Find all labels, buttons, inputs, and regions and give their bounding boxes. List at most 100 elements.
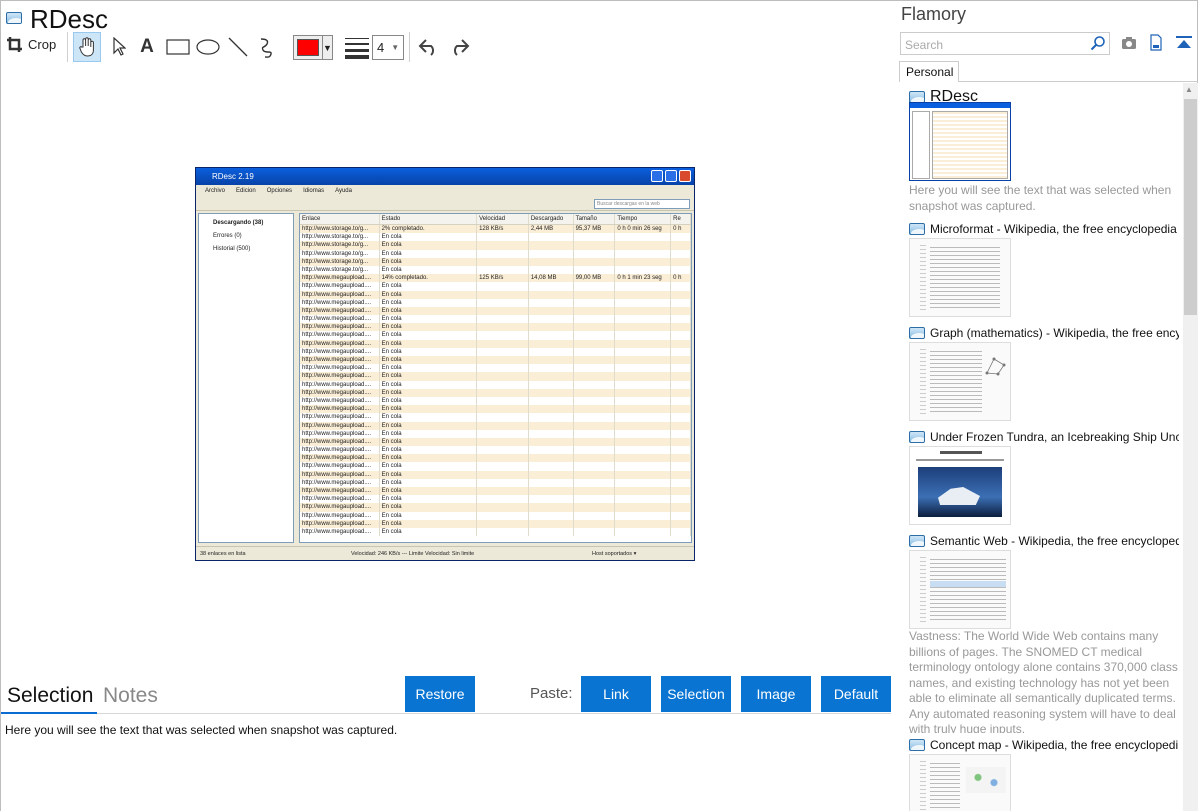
search-input[interactable]: Search [900,32,1110,55]
color-picker[interactable]: ▼ [293,35,333,60]
snapshot-row: http://www.megaupload.... En cola [300,315,691,324]
entry-thumbnail[interactable] [909,446,1011,525]
snapshot-row: http://www.megaupload.... En cola [300,527,691,537]
redo-icon [454,39,470,56]
paste-image-button[interactable]: Image [741,676,811,712]
camera-icon[interactable] [1121,36,1137,55]
arrow-pointer-icon [113,37,126,56]
snapshot-row: http://www.megaupload.... En cola [300,356,691,365]
snapshot-window-title: RDesc 2.19 [212,172,254,181]
line-icon [228,37,248,57]
ellipse-tool-button[interactable] [194,32,222,62]
snapshot-status-right: Host soportados ▾ [592,551,637,557]
snapshot-row: http://www.megaupload.... En cola [300,372,691,381]
snapshot-titlebar: RDesc 2.19 [196,168,694,185]
app-icon [909,535,925,547]
paste-link-button[interactable]: Link [581,676,651,712]
collapse-top-icon[interactable] [1176,36,1192,55]
toolbar-divider [67,32,68,62]
snapshot-row: http://www.megaupload.... En cola [300,388,691,397]
snapshot-row: http://www.megaupload.... En cola [300,470,691,479]
app-icon [909,223,925,235]
paste-default-button[interactable]: Default [821,676,891,712]
app-icon [909,739,925,751]
rectangle-tool-button[interactable] [164,32,192,62]
snapshot-row: http://www.megaupload.... En cola [300,429,691,438]
entry-thumbnail[interactable] [909,550,1011,629]
snapshot-row: http://www.megaupload.... En cola [300,380,691,389]
selection-text: Here you will see the text that was sele… [5,723,398,737]
hand-icon [79,37,94,57]
chevron-down-icon: ▼ [322,36,332,59]
entry-thumbnail[interactable] [909,754,1011,811]
snapshot-row: http://www.megaupload.... En cola [300,487,691,496]
snapshot-row: http://www.megaupload.... En cola [300,437,691,447]
snapshot-column-header: Re [671,214,691,224]
entry-title-text: Concept map - Wikipedia, the free encycl… [930,738,1179,752]
line-tool-button[interactable] [225,32,251,62]
undo-button[interactable] [416,32,442,62]
scroll-up-icon[interactable]: ▲ [1185,85,1193,94]
entry-title[interactable]: Microformat - Wikipedia, the free encycl… [909,222,1179,236]
entry-title[interactable]: Concept map - Wikipedia, the free encycl… [909,738,1179,752]
crop-label: Crop [28,37,57,52]
snapshot-image: RDesc 2.19 Archivo Edicion Opciones Idiomas… [195,167,695,561]
app-icon [909,431,925,443]
snapshot-row: http://www.megaupload.... En cola [300,519,691,528]
snapshot-status-mid: Velocidad: 246 KB/s --- Limite Velocidad… [351,551,475,557]
scrollbar-thumb[interactable] [1184,99,1197,315]
hand-tool-button[interactable] [73,32,101,62]
entry-title-text: Graph (mathematics) - Wikipedia, the fre… [930,326,1179,340]
entry-title[interactable]: Under Frozen Tundra, an Icebreaking Ship… [909,430,1179,444]
snapshot-grid-header: Enlace Estado Velocidad Descargado Tamaño Tie… [300,214,691,225]
tab-selection[interactable]: Selection [7,684,93,708]
graph-diagram [985,357,1006,376]
entry-thumbnail[interactable] [909,102,1011,181]
snapshot-row: http://www.megaupload.... En cola [300,331,691,340]
crop-button[interactable]: Crop [6,36,56,53]
snapshot-menu-item: Ayuda [335,188,352,194]
snapshot-row: http://www.megaupload.... En cola [300,478,691,487]
snapshot-row: http://www.megaupload.... En cola [300,503,691,512]
entry-description: Vastness: The World Wide Web contains ma… [909,629,1178,733]
snapshot-status-left: 38 enlaces en lista [200,551,246,557]
entry-title[interactable]: Graph (mathematics) - Wikipedia, the fre… [909,326,1179,340]
undo-icon [418,39,434,56]
color-swatch [297,39,319,56]
snapshot-row: http://www.storage.to/g... En cola [300,249,691,258]
stroke-width-select[interactable]: 4 ▼ [372,35,404,60]
entry-title[interactable]: Semantic Web - Wikipedia, the free encyc… [909,534,1179,548]
entry-thumbnail[interactable] [909,238,1011,317]
tab-personal[interactable]: Personal [899,61,959,82]
restore-button[interactable]: Restore [405,676,475,712]
text-a-icon: A [140,36,154,57]
snapshot-column-header: Descargado [529,214,574,224]
tab-notes[interactable]: Notes [103,684,158,708]
snapshot-column-header: Tiempo [615,214,672,224]
entry-title-text: Microformat - Wikipedia, the free encycl… [930,222,1177,236]
sidebar-title: Flamory [901,4,967,24]
text-tool-button[interactable]: A [135,32,159,62]
redo-button[interactable] [446,32,472,62]
freehand-tool-button[interactable] [255,32,281,62]
freehand-icon [260,38,272,58]
paste-selection-button[interactable]: Selection [661,676,731,712]
window-controls [651,170,691,182]
active-tab-indicator [1,712,97,714]
snapshot-row: http://www.megaupload.... En cola [300,298,691,307]
snapshot-row: http://www.megaupload.... En cola [300,347,691,356]
snapshot-row: http://www.megaupload.... En cola [300,290,691,299]
snapshot-row: http://www.megaupload.... En cola [300,282,691,291]
document-icon[interactable] [1150,34,1162,56]
snapshot-row: http://www.megaupload.... En cola [300,495,691,504]
select-tool-button[interactable] [106,32,132,62]
paste-label: Paste: [530,685,573,702]
snapshot-row: http://www.storage.to/g... En cola [300,265,691,275]
snapshot-tree-item: Errores (0) [213,233,242,239]
snapshot-row: http://www.storage.to/g... 2% completado.… [300,225,691,234]
entry-thumbnail[interactable] [909,342,1011,421]
snapshot-row: http://www.megaupload.... 14% completado.… [300,274,691,283]
search-icon[interactable] [1090,35,1106,56]
entry-title-text: Semantic Web - Wikipedia, the free encyc… [930,534,1179,548]
page-title: RDesc [30,4,109,34]
